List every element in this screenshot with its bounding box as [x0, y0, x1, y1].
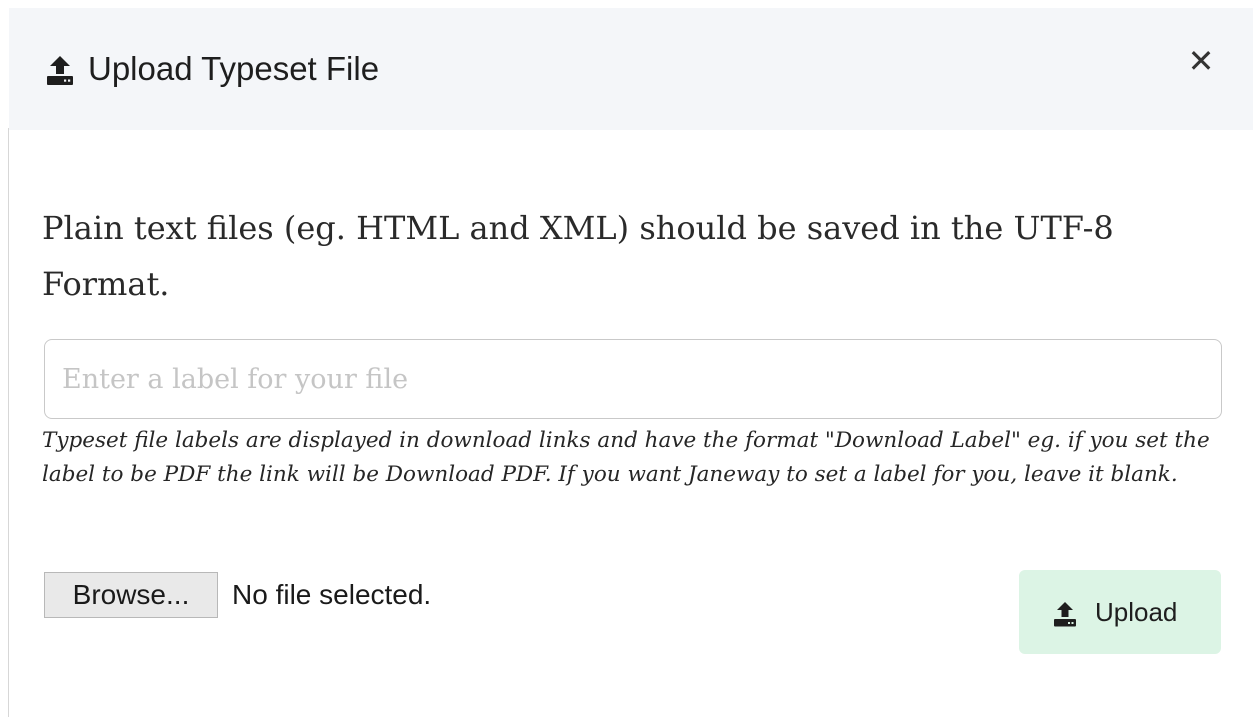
- close-icon[interactable]: ✕: [1178, 38, 1224, 84]
- upload-icon: [47, 56, 73, 85]
- upload-typeset-modal: Upload Typeset File ✕ Plain text files (…: [0, 0, 1253, 717]
- upload-icon: [1054, 602, 1076, 627]
- label-help-text: Typeset file labels are displayed in dow…: [42, 428, 1210, 487]
- upload-button[interactable]: Upload: [1019, 570, 1221, 654]
- file-selection-status: No file selected.: [232, 579, 432, 610]
- modal-title: Upload Typeset File: [88, 50, 380, 87]
- upload-button-label: Upload: [1095, 597, 1178, 627]
- file-label-input[interactable]: [44, 339, 1222, 419]
- modal-left-border: [8, 128, 9, 717]
- browse-button[interactable]: Browse...: [44, 572, 218, 618]
- encoding-instructions: Plain text files (eg. HTML and XML) shou…: [42, 209, 1114, 303]
